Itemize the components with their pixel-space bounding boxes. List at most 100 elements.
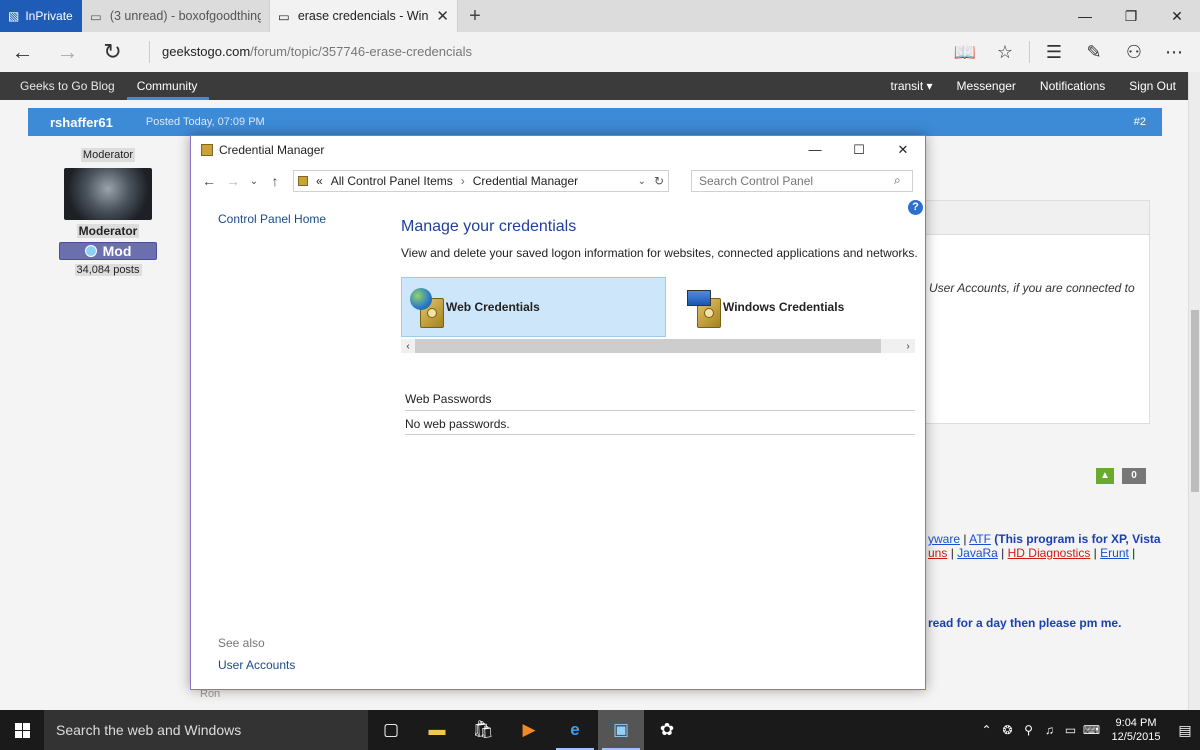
web-passwords-header: Web Passwords bbox=[405, 392, 492, 406]
battery-icon[interactable]: ▭ bbox=[1060, 723, 1081, 737]
inprivate-indicator: ▧ InPrivate bbox=[0, 0, 82, 32]
share-icon[interactable]: ⚇ bbox=[1114, 42, 1154, 63]
sig-link-erunt[interactable]: Erunt bbox=[1100, 546, 1129, 560]
tab-web-credentials[interactable]: Web Credentials bbox=[401, 277, 666, 337]
author-group: Moderator bbox=[80, 148, 136, 162]
post-body-panel: User Accounts, if you are connected to bbox=[924, 200, 1150, 424]
sign-out-link[interactable]: Sign Out bbox=[1117, 79, 1188, 93]
up-arrow-icon[interactable]: ↑ bbox=[263, 173, 287, 189]
badge-icon bbox=[84, 245, 97, 257]
help-icon[interactable]: ? bbox=[908, 200, 923, 215]
favorite-star-icon[interactable]: ☆ bbox=[985, 42, 1025, 63]
signature-line-1: yware | ATF (This program is for XP, Vis… bbox=[928, 532, 1161, 546]
start-button[interactable] bbox=[0, 710, 44, 750]
refresh-button[interactable]: ↻ bbox=[90, 32, 135, 72]
signature-line-2: uns | JavaRa | HD Diagnostics | Erunt | bbox=[928, 546, 1136, 560]
sig-link-atf[interactable]: ATF bbox=[969, 532, 991, 546]
tray-app-icon[interactable]: ❂ bbox=[997, 723, 1018, 737]
inprivate-label: InPrivate bbox=[25, 9, 73, 23]
taskbar-apps: ▢ ▬ 🛍 ▶ e ▣ ✿ bbox=[368, 710, 690, 750]
url-field[interactable]: geekstogo.com/forum/topic/357746-erase-c… bbox=[149, 41, 472, 63]
user-accounts-link[interactable]: User Accounts bbox=[218, 658, 295, 672]
vote-up-button[interactable]: ▲ bbox=[1096, 468, 1114, 484]
web-note-icon[interactable]: ✎ bbox=[1074, 42, 1114, 63]
user-nav: transit ▾ Messenger Notifications Sign O… bbox=[879, 72, 1189, 100]
maximize-icon[interactable]: ☐ bbox=[837, 136, 881, 163]
action-center-icon[interactable]: ▤ bbox=[1170, 722, 1200, 739]
scrollbar-thumb[interactable] bbox=[1191, 310, 1199, 492]
control-panel-taskbar-icon[interactable]: ▣ bbox=[598, 710, 644, 750]
file-explorer-icon[interactable]: ▬ bbox=[414, 710, 460, 750]
network-icon[interactable]: ⚲ bbox=[1018, 723, 1039, 737]
window-title: Credential Manager bbox=[219, 142, 325, 157]
close-icon[interactable]: ✕ bbox=[1154, 0, 1200, 32]
scroll-left-icon[interactable]: ‹ bbox=[401, 341, 415, 352]
post-number[interactable]: #2 bbox=[1134, 116, 1146, 128]
browser-toolbar: 📖 ☆ ☰ ✎ ⚇ ⋯ bbox=[945, 32, 1194, 72]
back-button[interactable]: ← bbox=[0, 32, 45, 72]
chevron-down-icon[interactable]: ⌄ bbox=[638, 176, 646, 187]
messenger-link[interactable]: Messenger bbox=[945, 79, 1028, 93]
nav-community-link[interactable]: Community bbox=[126, 72, 210, 100]
control-panel-home-link[interactable]: Control Panel Home bbox=[218, 212, 326, 226]
divider bbox=[405, 434, 915, 435]
browser-tab-erase-credencials[interactable]: ▭ erase credencials - Wind ✕ bbox=[270, 0, 458, 32]
mod-badge: Mod bbox=[59, 242, 157, 260]
badge-label: Mod bbox=[102, 243, 132, 259]
sig-link[interactable]: uns bbox=[928, 546, 947, 560]
page-scrollbar[interactable] bbox=[1188, 72, 1200, 710]
new-tab-button[interactable]: + bbox=[458, 0, 492, 32]
volume-icon[interactable]: ♫ bbox=[1039, 723, 1060, 737]
restore-icon[interactable]: ❐ bbox=[1108, 0, 1154, 32]
breadcrumb-item-credential-manager[interactable]: Credential Manager bbox=[473, 174, 578, 188]
recent-chevron-icon[interactable]: ⌄ bbox=[245, 176, 263, 187]
clock[interactable]: 9:04 PM 12/5/2015 bbox=[1102, 716, 1170, 744]
breadcrumb-item-all-items[interactable]: All Control Panel Items bbox=[331, 174, 453, 188]
chevron-up-icon[interactable]: ⌃ bbox=[976, 723, 997, 737]
back-arrow-icon[interactable]: ← bbox=[197, 173, 221, 189]
post-author[interactable]: rshaffer61 bbox=[28, 115, 113, 130]
notifications-link[interactable]: Notifications bbox=[1028, 79, 1117, 93]
toolbar-divider bbox=[1029, 41, 1030, 63]
taskbar-search[interactable]: Search the web and Windows bbox=[44, 710, 368, 750]
breadcrumb-prefix[interactable]: « bbox=[316, 174, 323, 188]
user-menu[interactable]: transit ▾ bbox=[879, 79, 945, 93]
scroll-right-icon[interactable]: › bbox=[901, 341, 915, 352]
search-control-panel-input[interactable] bbox=[691, 170, 913, 192]
minimize-icon[interactable]: — bbox=[1062, 0, 1108, 32]
sig-link-javara[interactable]: JavaRa bbox=[957, 546, 998, 560]
more-icon[interactable]: ⋯ bbox=[1154, 42, 1194, 63]
sig-link[interactable]: yware bbox=[928, 532, 960, 546]
forward-arrow-icon[interactable]: → bbox=[221, 173, 245, 189]
tabs-scrollbar[interactable]: ‹ › bbox=[401, 339, 915, 353]
taskbar: Search the web and Windows ▢ ▬ 🛍 ▶ e ▣ ✿… bbox=[0, 710, 1200, 750]
search-icon[interactable]: ⌕ bbox=[894, 173, 901, 188]
edge-browser-icon[interactable]: e bbox=[552, 710, 598, 750]
hub-icon[interactable]: ☰ bbox=[1034, 42, 1074, 63]
credential-manager-window: Credential Manager — ☐ ✕ ← → ⌄ ↑ « All C… bbox=[190, 135, 926, 690]
task-view-icon[interactable]: ▢ bbox=[368, 710, 414, 750]
tab-windows-credentials[interactable]: Windows Credentials bbox=[679, 277, 909, 337]
signature-line-3: read for a day then please pm me. bbox=[928, 616, 1122, 630]
inprivate-icon: ▧ bbox=[8, 9, 20, 23]
breadcrumb[interactable]: « All Control Panel Items › Credential M… bbox=[293, 170, 669, 192]
nav-blog-link[interactable]: Geeks to Go Blog bbox=[0, 79, 127, 93]
browser-tab-boxofgoodthing[interactable]: ▭ (3 unread) - boxofgoodthing bbox=[82, 0, 270, 32]
scrollbar-thumb[interactable] bbox=[415, 339, 881, 353]
keyboard-icon[interactable]: ⌨ bbox=[1081, 723, 1102, 737]
refresh-icon[interactable]: ↻ bbox=[654, 174, 664, 188]
author-info: Moderator Moderator Mod 34,084 posts bbox=[28, 144, 188, 276]
post-timestamp: Posted Today, 07:09 PM bbox=[145, 116, 265, 128]
media-player-icon[interactable]: ▶ bbox=[506, 710, 552, 750]
store-icon[interactable]: 🛍 bbox=[460, 710, 506, 750]
paint-icon[interactable]: ✿ bbox=[644, 710, 690, 750]
clock-date: 12/5/2015 bbox=[1111, 731, 1161, 743]
avatar[interactable] bbox=[64, 168, 152, 220]
close-tab-icon[interactable]: ✕ bbox=[436, 7, 449, 25]
close-icon[interactable]: ✕ bbox=[881, 136, 925, 163]
minimize-icon[interactable]: — bbox=[793, 136, 837, 163]
clock-time: 9:04 PM bbox=[1115, 717, 1157, 729]
reading-view-icon[interactable]: 📖 bbox=[945, 42, 985, 63]
sig-link-hd-diagnostics[interactable]: HD Diagnostics bbox=[1008, 546, 1091, 560]
forward-button[interactable]: → bbox=[45, 32, 90, 72]
